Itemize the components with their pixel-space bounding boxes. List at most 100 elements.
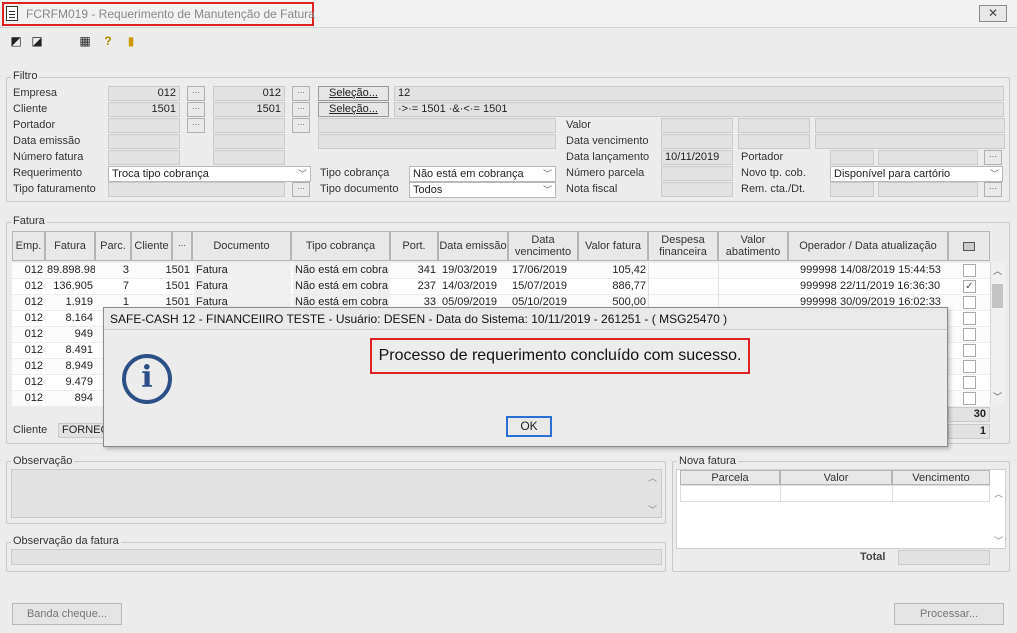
- cell-emp: 012: [24, 264, 43, 276]
- cell-emp: 012: [24, 344, 43, 356]
- col-emp-header[interactable]: Emp.: [12, 231, 45, 261]
- cliente-selection-button[interactable]: Seleção...: [318, 102, 389, 117]
- observacao-fatura-input[interactable]: [11, 549, 662, 565]
- row-checkbox[interactable]: [963, 360, 976, 373]
- total-count: 30: [948, 407, 990, 422]
- tipo-documento-label: Tipo documento: [320, 183, 399, 195]
- data-lancamento-input[interactable]: 10/11/2019: [661, 150, 733, 165]
- requerimento-label: Requerimento: [13, 167, 83, 179]
- portador2-label: Portador: [741, 151, 784, 163]
- empresa-from-input[interactable]: 012: [108, 86, 180, 101]
- col-abatimento-header[interactable]: Valor abatimento: [718, 231, 788, 261]
- col-parc-header[interactable]: Parc.: [95, 231, 131, 261]
- col-lookup-header[interactable]: ⋯: [172, 231, 192, 261]
- numero-fatura-label: Número fatura: [13, 151, 84, 163]
- col-select-header[interactable]: [948, 231, 990, 261]
- nova-vencimento-header[interactable]: Vencimento: [892, 470, 990, 485]
- valor-from-input[interactable]: [661, 118, 733, 133]
- row-checkbox[interactable]: [963, 344, 976, 357]
- cliente-to-input[interactable]: 1501: [213, 102, 285, 117]
- help-icon[interactable]: ?: [101, 34, 115, 48]
- row-checkbox[interactable]: [963, 312, 976, 325]
- arrow-icon[interactable]: ◩: [9, 34, 23, 48]
- close-button[interactable]: ✕: [979, 5, 1007, 22]
- windows-icon[interactable]: ◪: [30, 34, 44, 48]
- requerimento-value: Troca tipo cobrança: [112, 168, 209, 180]
- col-fatura-header[interactable]: Fatura: [45, 231, 95, 261]
- chevron-down-icon: ﹀: [542, 185, 552, 195]
- requerimento-dropdown[interactable]: Troca tipo cobrança ﹀: [108, 166, 311, 182]
- scroll-down-icon[interactable]: ﹀: [993, 390, 1002, 403]
- exit-door-icon[interactable]: ▮: [124, 34, 138, 48]
- cell-cliente: 1501: [165, 264, 190, 276]
- scroll-up-icon[interactable]: ︿: [648, 471, 657, 484]
- cliente-to-lookup-button[interactable]: ⋯: [292, 102, 310, 117]
- nova-parcela-header[interactable]: Parcela: [680, 470, 780, 485]
- data-emissao-to-input[interactable]: [213, 134, 285, 149]
- nova-fatura-row[interactable]: [680, 485, 990, 502]
- cell-emp: 012: [24, 312, 43, 324]
- scroll-down-icon[interactable]: ﹀: [994, 534, 1003, 547]
- scrollbar-thumb[interactable]: [992, 284, 1003, 308]
- numero-fatura-to-input[interactable]: [213, 150, 285, 165]
- observacao-textarea[interactable]: [11, 469, 662, 518]
- processar-button[interactable]: Processar...: [894, 603, 1004, 625]
- row-checkbox[interactable]: [963, 376, 976, 389]
- col-operador-header[interactable]: Operador / Data atualização: [788, 231, 948, 261]
- nota-fiscal-input[interactable]: [661, 182, 733, 197]
- tipo-cobranca-dropdown[interactable]: Não está em cobrança ﹀: [409, 166, 556, 182]
- data-vencimento-to-input[interactable]: [738, 134, 810, 149]
- chevron-down-icon: ﹀: [297, 169, 307, 179]
- cell-fatura: 8.949: [65, 360, 93, 372]
- col-data-emissao-header[interactable]: Data emissão: [438, 231, 508, 261]
- row-checkbox[interactable]: ✓: [963, 280, 976, 293]
- scroll-down-icon[interactable]: ﹀: [648, 503, 657, 516]
- numero-parcela-input[interactable]: [661, 166, 733, 181]
- row-checkbox[interactable]: [963, 264, 976, 277]
- rem-cta-lookup-button[interactable]: ⋯: [984, 182, 1002, 197]
- empresa-selection-value: 12: [394, 86, 1004, 101]
- portador-to-lookup-button[interactable]: ⋯: [292, 118, 310, 133]
- cliente-from-lookup-button[interactable]: ⋯: [187, 102, 205, 117]
- empresa-from-lookup-button[interactable]: ⋯: [187, 86, 205, 101]
- portador-from-input[interactable]: [108, 118, 180, 133]
- col-documento-header[interactable]: Documento: [192, 231, 291, 261]
- data-vencimento-from-input[interactable]: [661, 134, 733, 149]
- rem-cta-input[interactable]: [830, 182, 874, 197]
- nova-valor-header[interactable]: Valor: [780, 470, 892, 485]
- valor-to-input[interactable]: [738, 118, 810, 133]
- col-despesa-header[interactable]: Despesa financeira: [648, 231, 718, 261]
- numero-fatura-from-input[interactable]: [108, 150, 180, 165]
- col-valor-fatura-header[interactable]: Valor fatura: [578, 231, 648, 261]
- grid-icon[interactable]: ▦: [78, 34, 92, 48]
- col-tipo-cobranca-header[interactable]: Tipo cobrança: [291, 231, 390, 261]
- tipo-faturamento-lookup-button[interactable]: ⋯: [292, 182, 310, 197]
- portador-to-input[interactable]: [213, 118, 285, 133]
- rem-dt-input[interactable]: [878, 182, 978, 197]
- row-checkbox[interactable]: [963, 296, 976, 309]
- empresa-to-input[interactable]: 012: [213, 86, 285, 101]
- ok-button[interactable]: OK: [506, 416, 552, 437]
- window-title: FCRFM019 - Requerimento de Manutenção de…: [26, 7, 315, 21]
- tipo-faturamento-input[interactable]: [108, 182, 285, 197]
- empresa-selection-button[interactable]: Seleção...: [318, 86, 389, 101]
- scroll-up-icon[interactable]: ︿: [994, 487, 1003, 500]
- portador2-code-input[interactable]: [830, 150, 874, 165]
- col-port-header[interactable]: Port.: [390, 231, 438, 261]
- cell-fatura: 89.898.98: [47, 264, 95, 276]
- empresa-to-lookup-button[interactable]: ⋯: [292, 86, 310, 101]
- column-divider: [718, 263, 719, 279]
- col-cliente-header[interactable]: Cliente: [131, 231, 172, 261]
- portador-from-lookup-button[interactable]: ⋯: [187, 118, 205, 133]
- tipo-documento-dropdown[interactable]: Todos ﹀: [409, 182, 556, 198]
- col-data-vencimento-header[interactable]: Data vencimento: [508, 231, 578, 261]
- novo-tp-cob-dropdown[interactable]: Disponível para cartório ﹀: [830, 166, 1003, 182]
- cliente-from-input[interactable]: 1501: [108, 102, 180, 117]
- row-checkbox[interactable]: [963, 328, 976, 341]
- row-checkbox[interactable]: [963, 392, 976, 405]
- data-vencimento-extra: [815, 134, 1005, 149]
- scroll-up-icon[interactable]: ︿: [993, 264, 1002, 277]
- portador2-lookup-button[interactable]: ⋯: [984, 150, 1002, 165]
- banda-cheque-button[interactable]: Banda cheque...: [12, 603, 122, 625]
- data-emissao-from-input[interactable]: [108, 134, 180, 149]
